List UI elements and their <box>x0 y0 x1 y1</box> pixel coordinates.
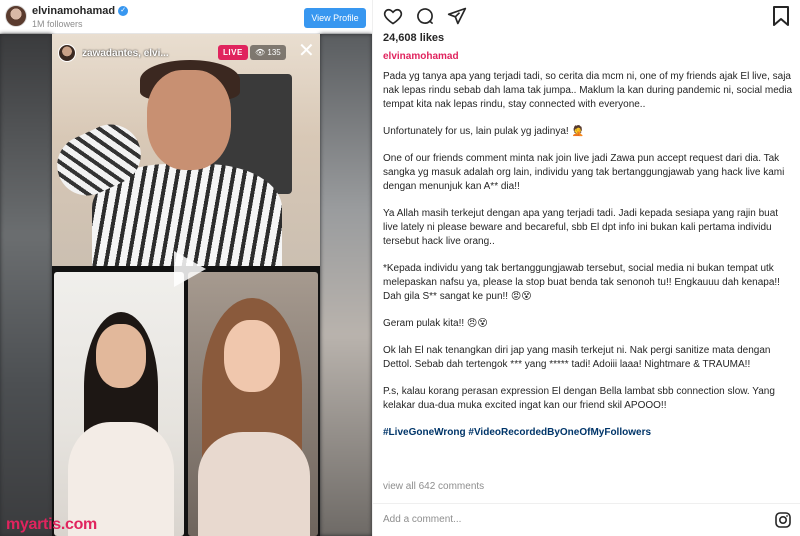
guest-face <box>96 324 146 388</box>
play-icon[interactable] <box>166 248 208 290</box>
comment-icon[interactable] <box>415 6 435 26</box>
username[interactable]: elvinamohamad <box>32 5 115 17</box>
instagram-icon[interactable] <box>775 512 791 528</box>
watermark: myartis.com <box>6 516 97 533</box>
caption-paragraph: Ya Allah masih terkejut dengan apa yang … <box>383 208 779 247</box>
post-caption: Pada yg tanya apa yang terjadi tadi, so … <box>383 70 793 440</box>
post-details-panel: 24,608 likes elvinamohamad Pada yg tanya… <box>372 0 800 536</box>
caption-paragraph: Geram pulak kita!! 😠😵 <box>383 318 488 329</box>
main-live-video: zawadantes, elvi... LIVE 👁 135 ✕ <box>52 34 320 266</box>
blurred-background-right <box>320 34 372 536</box>
avatar[interactable] <box>5 5 27 27</box>
view-comments-link[interactable]: view all 642 comments <box>383 481 484 492</box>
guest-face <box>224 320 280 392</box>
live-badge: LIVE <box>218 45 248 60</box>
verified-icon: ✓ <box>118 6 129 16</box>
viewer-count-value: 135 <box>267 48 281 57</box>
live-host-avatar <box>58 44 76 62</box>
caption-paragraph: P.s, kalau korang perasan expression El … <box>383 386 775 411</box>
video-panel: elvinamohamad ✓ 1M followers View Profil… <box>0 0 372 536</box>
caption-paragraph: One of our friends comment minta nak joi… <box>383 153 785 192</box>
caption-paragraph: Pada yg tanya apa yang terjadi tadi, so … <box>383 71 793 110</box>
eye-icon: 👁 <box>255 48 266 57</box>
embed-header: elvinamohamad ✓ 1M followers View Profil… <box>0 0 372 34</box>
comment-bar: Add a comment... <box>373 503 800 536</box>
caption-paragraph: Ok lah El nak tenangkan diri jap yang ma… <box>383 345 771 370</box>
follower-count: 1M followers <box>32 19 83 29</box>
viewer-count: 👁 135 <box>250 45 286 60</box>
action-bar <box>383 6 467 26</box>
live-host-name: zawadantes, elvi... <box>82 47 169 59</box>
close-icon[interactable]: ✕ <box>298 40 315 62</box>
comment-input[interactable]: Add a comment... <box>383 514 461 525</box>
username-row[interactable]: elvinamohamad ✓ <box>32 5 129 17</box>
caption-paragraph: *Kepada individu yang tak bertanggungjaw… <box>383 263 780 302</box>
blurred-background-left <box>0 34 52 536</box>
like-count[interactable]: 24,608 likes <box>383 32 444 44</box>
caption-paragraph: Unfortunately for us, lain pulak yg jadi… <box>383 126 584 137</box>
video-person-face <box>147 70 231 170</box>
live-overlay-bar: zawadantes, elvi... LIVE 👁 135 ✕ <box>58 40 316 64</box>
hashtags[interactable]: #LiveGoneWrong #VideoRecordedByOneOfMyFo… <box>383 426 793 440</box>
guest-video-right <box>188 272 318 536</box>
guest-body <box>198 432 310 536</box>
live-video-frame[interactable]: zawadantes, elvi... LIVE 👁 135 ✕ <box>52 34 320 536</box>
bookmark-icon[interactable] <box>772 6 790 26</box>
share-icon[interactable] <box>447 6 467 26</box>
view-profile-button[interactable]: View Profile <box>304 8 366 28</box>
heart-icon[interactable] <box>383 6 403 26</box>
post-author[interactable]: elvinamohamad <box>383 51 459 62</box>
guest-video-left <box>54 272 184 536</box>
